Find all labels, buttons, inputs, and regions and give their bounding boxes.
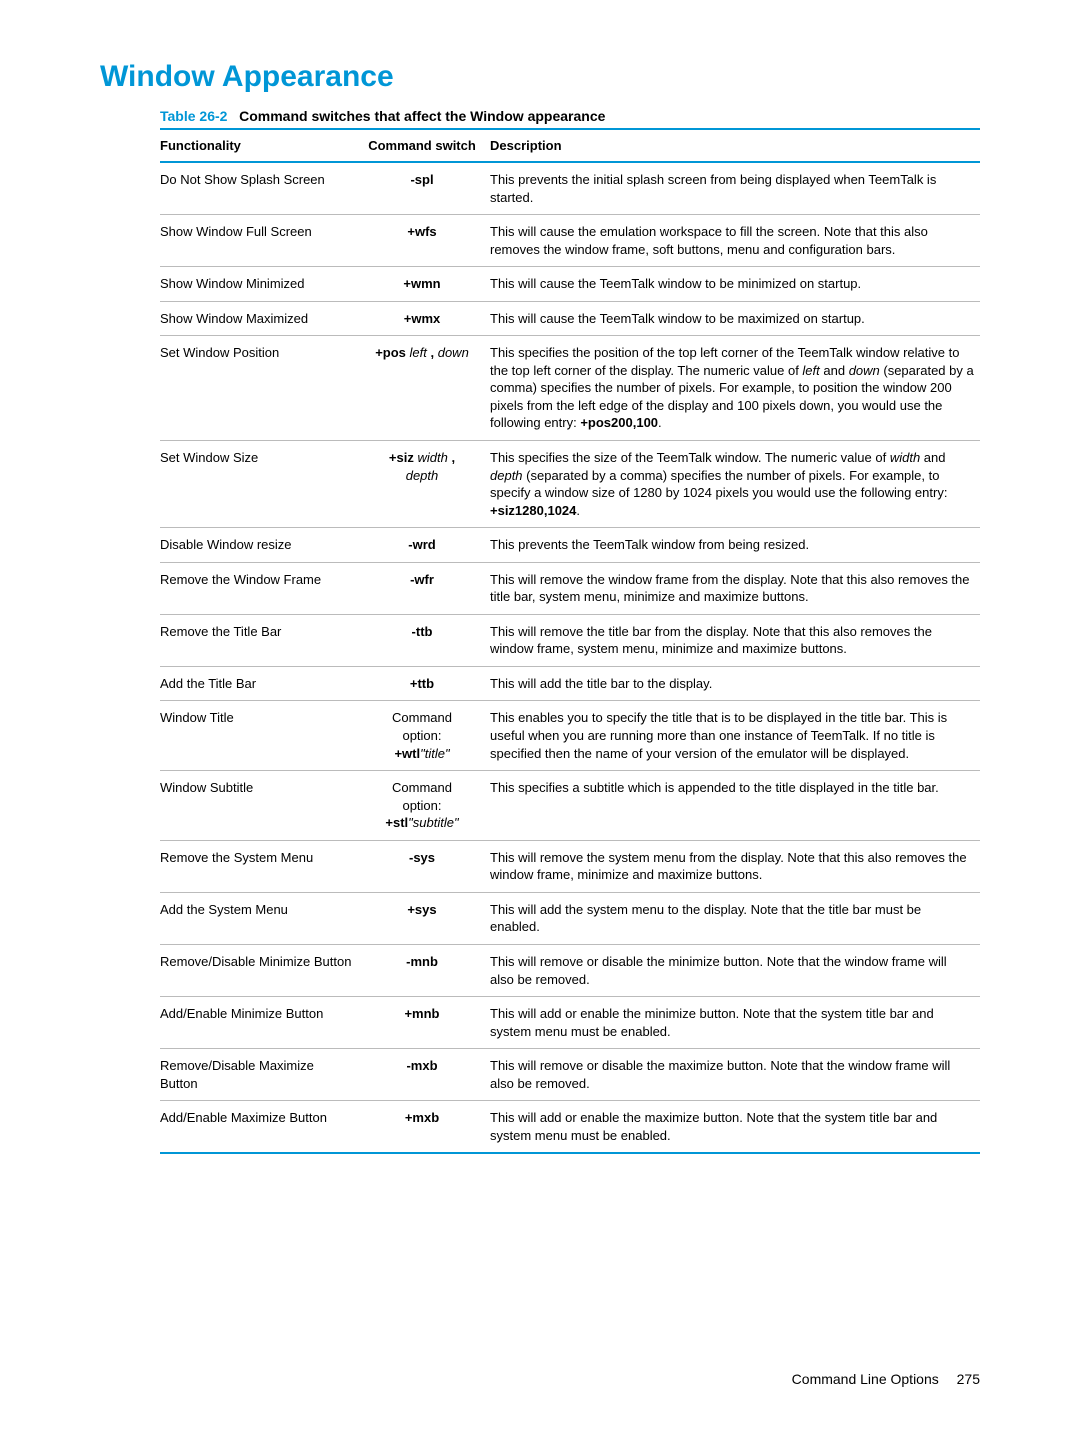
cell-command: +siz width ,depth (360, 441, 490, 528)
cell-functionality: Remove/Disable Maximize Button (160, 1049, 360, 1101)
cell-command: -wrd (360, 528, 490, 563)
table-row: Show Window Maximized+wmxThis will cause… (160, 301, 980, 336)
cell-command: +sys (360, 892, 490, 944)
table-row: Remove the Window Frame-wfrThis will rem… (160, 562, 980, 614)
cell-command: -wfr (360, 562, 490, 614)
table-row: Add/Enable Minimize Button+mnbThis will … (160, 997, 980, 1049)
table-row: Add/Enable Maximize Button+mxbThis will … (160, 1101, 980, 1154)
cell-description: This will remove or disable the minimize… (490, 944, 980, 996)
cell-command: -ttb (360, 614, 490, 666)
col-description: Description (490, 129, 980, 162)
page-footer: Command Line Options 275 (792, 1371, 980, 1387)
cell-functionality: Window Title (160, 701, 360, 771)
cell-functionality: Show Window Full Screen (160, 215, 360, 267)
cell-command: +wmx (360, 301, 490, 336)
cell-functionality: Show Window Maximized (160, 301, 360, 336)
table-row: Show Window Full Screen+wfsThis will cau… (160, 215, 980, 267)
cell-description: This prevents the initial splash screen … (490, 162, 980, 215)
cell-description: This will remove the window frame from t… (490, 562, 980, 614)
footer-text: Command Line Options (792, 1371, 939, 1387)
cell-command: -mnb (360, 944, 490, 996)
cell-functionality: Set Window Position (160, 336, 360, 441)
cell-description: This will remove or disable the maximize… (490, 1049, 980, 1101)
cell-description: This will remove the system menu from th… (490, 840, 980, 892)
cell-functionality: Remove/Disable Minimize Button (160, 944, 360, 996)
cell-functionality: Remove the Title Bar (160, 614, 360, 666)
cell-command: -spl (360, 162, 490, 215)
col-functionality: Functionality (160, 129, 360, 162)
cell-functionality: Set Window Size (160, 441, 360, 528)
cell-functionality: Add the System Menu (160, 892, 360, 944)
cell-description: This will add or enable the maximize but… (490, 1101, 980, 1154)
cell-description: This prevents the TeemTalk window from b… (490, 528, 980, 563)
table-row: Set Window Size+siz width ,depthThis spe… (160, 441, 980, 528)
cell-command: Commandoption:+wtl"title" (360, 701, 490, 771)
table-row: Remove the Title Bar-ttbThis will remove… (160, 614, 980, 666)
cell-command: Commandoption:+stl"subtitle" (360, 771, 490, 841)
cell-description: This specifies a subtitle which is appen… (490, 771, 980, 841)
table-row: Remove/Disable Minimize Button-mnbThis w… (160, 944, 980, 996)
cell-command: +pos left , down (360, 336, 490, 441)
table-row: Set Window Position+pos left , downThis … (160, 336, 980, 441)
table-row: Show Window Minimized+wmnThis will cause… (160, 267, 980, 302)
switch-table: Functionality Command switch Description… (160, 128, 980, 1154)
cell-command: +wfs (360, 215, 490, 267)
cell-functionality: Add the Title Bar (160, 666, 360, 701)
table-title: Table 26-2 Command switches that affect … (160, 108, 980, 124)
cell-description: This will add or enable the minimize but… (490, 997, 980, 1049)
table-row: Window TitleCommandoption:+wtl"title"Thi… (160, 701, 980, 771)
cell-description: This specifies the position of the top l… (490, 336, 980, 441)
cell-functionality: Disable Window resize (160, 528, 360, 563)
cell-description: This enables you to specify the title th… (490, 701, 980, 771)
table-caption: Command switches that affect the Window … (239, 108, 605, 124)
cell-command: -mxb (360, 1049, 490, 1101)
cell-command: +ttb (360, 666, 490, 701)
cell-description: This will cause the TeemTalk window to b… (490, 301, 980, 336)
cell-functionality: Add/Enable Maximize Button (160, 1101, 360, 1154)
col-command: Command switch (360, 129, 490, 162)
cell-functionality: Do Not Show Splash Screen (160, 162, 360, 215)
table-row: Add the Title Bar+ttbThis will add the t… (160, 666, 980, 701)
cell-description: This will cause the TeemTalk window to b… (490, 267, 980, 302)
cell-description: This will cause the emulation workspace … (490, 215, 980, 267)
table-number: Table 26-2 (160, 108, 227, 124)
cell-functionality: Show Window Minimized (160, 267, 360, 302)
section-heading: Window Appearance (100, 60, 980, 94)
table-row: Disable Window resize-wrdThis prevents t… (160, 528, 980, 563)
cell-functionality: Window Subtitle (160, 771, 360, 841)
cell-functionality: Add/Enable Minimize Button (160, 997, 360, 1049)
cell-functionality: Remove the Window Frame (160, 562, 360, 614)
cell-command: +wmn (360, 267, 490, 302)
table-row: Remove/Disable Maximize Button-mxbThis w… (160, 1049, 980, 1101)
table-row: Do Not Show Splash Screen-splThis preven… (160, 162, 980, 215)
table-head-row: Functionality Command switch Description (160, 129, 980, 162)
cell-description: This will remove the title bar from the … (490, 614, 980, 666)
cell-description: This specifies the size of the TeemTalk … (490, 441, 980, 528)
cell-command: +mxb (360, 1101, 490, 1154)
page-number: 275 (957, 1371, 980, 1387)
cell-command: +mnb (360, 997, 490, 1049)
cell-description: This will add the system menu to the dis… (490, 892, 980, 944)
cell-description: This will add the title bar to the displ… (490, 666, 980, 701)
table-row: Add the System Menu+sysThis will add the… (160, 892, 980, 944)
cell-functionality: Remove the System Menu (160, 840, 360, 892)
cell-command: -sys (360, 840, 490, 892)
table-row: Window SubtitleCommandoption:+stl"subtit… (160, 771, 980, 841)
table-row: Remove the System Menu-sysThis will remo… (160, 840, 980, 892)
